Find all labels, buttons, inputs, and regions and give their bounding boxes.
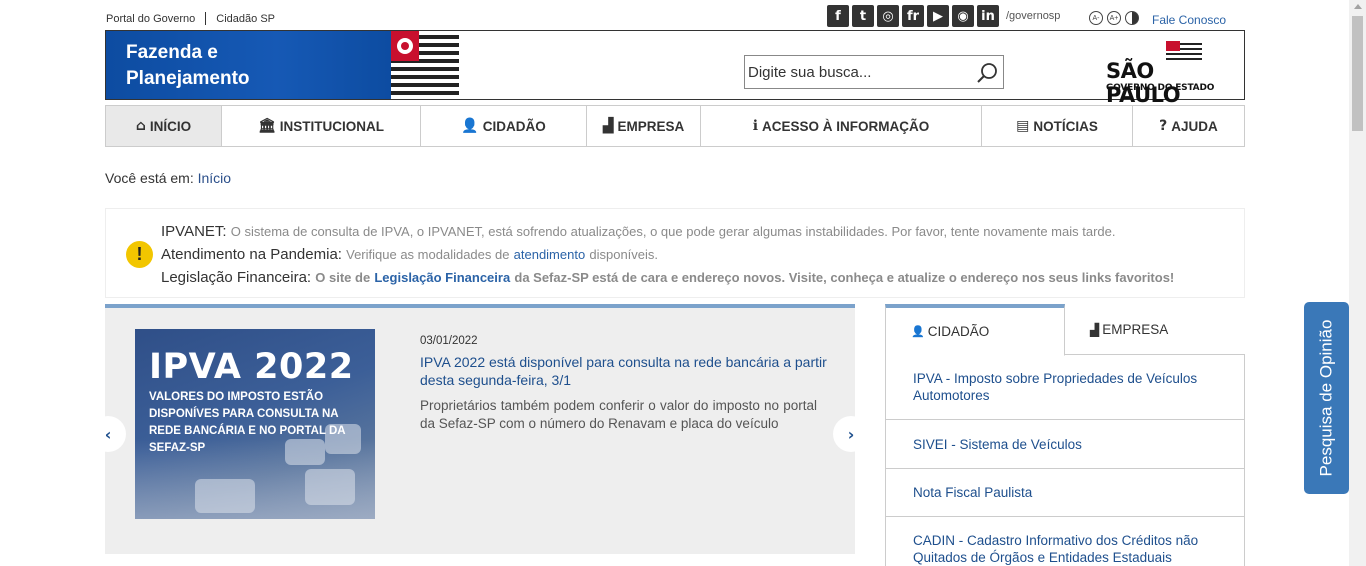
newspaper-icon: ▤ xyxy=(1016,118,1030,134)
nav-label: INÍCIO xyxy=(149,118,192,134)
nav-item-institucional[interactable]: 🏛 INSTITUCIONAL xyxy=(222,106,421,146)
service-link-cadin[interactable]: CADIN - Cadastro Informativo dos Crédito… xyxy=(886,517,1244,566)
nav-label: NOTÍCIAS xyxy=(1033,118,1098,134)
nav-label: CIDADÃO xyxy=(482,118,546,134)
scroll-up-icon[interactable] xyxy=(1354,4,1362,9)
scrollbar[interactable] xyxy=(1349,0,1366,566)
logo-subtitle: GOVERNO DO ESTADO xyxy=(1106,83,1215,93)
nav-item-acesso-informacao[interactable]: ℹ ACESSO À INFORMAÇÃO xyxy=(701,106,982,146)
nav-item-ajuda[interactable]: ? AJUDA xyxy=(1133,106,1244,146)
notice-box: ! IPVANET: O sistema de consulta de IPVA… xyxy=(105,208,1245,298)
services-list: IPVA - Imposto sobre Propriedades de Veí… xyxy=(885,355,1245,566)
nav-item-cidadao[interactable]: 👤 CIDADÃO xyxy=(421,106,587,146)
notice-text: da Sefaz-SP está de cara e endereço novo… xyxy=(514,270,1175,285)
image-title: IPVA 2022 xyxy=(149,347,354,387)
user-icon: 👤 xyxy=(461,118,479,134)
carousel-prev-button[interactable]: ‹ xyxy=(90,416,126,452)
sp-logo-flag-icon xyxy=(1166,41,1202,60)
linkedin-icon[interactable]: in xyxy=(977,5,999,27)
site-header: Fazenda e Planejamento SÃO PAULO GOVERNO… xyxy=(105,30,1245,107)
notice-legislacao: Legislação Financeira: O site de Legisla… xyxy=(161,269,1174,286)
news-date: 03/01/2022 xyxy=(420,335,478,347)
notice-label: Atendimento na Pandemia: xyxy=(161,246,342,263)
news-summary: Proprietários também podem conferir o va… xyxy=(420,398,817,431)
twitter-icon[interactable]: t xyxy=(852,5,874,27)
service-link-nota-fiscal[interactable]: Nota Fiscal Paulista xyxy=(886,469,1244,517)
breadcrumb-prefix: Você está em: xyxy=(105,170,194,186)
info-icon: ℹ xyxy=(752,118,759,134)
scrollbar-thumb[interactable] xyxy=(1352,16,1363,131)
services-tabs: 👤 CIDADÃO ▟ EMPRESA xyxy=(885,304,1245,356)
sp-flag-icon xyxy=(391,31,459,99)
notice-pandemia: Atendimento na Pandemia: Verifique as mo… xyxy=(161,246,658,263)
notice-text: disponíveis. xyxy=(589,247,659,262)
decrease-font-icon[interactable]: A- xyxy=(1089,11,1103,25)
search-icon[interactable] xyxy=(976,62,998,84)
notice-ipvanet: IPVANET: O sistema de consulta de IPVA, … xyxy=(161,223,1116,240)
user-icon: 👤 xyxy=(911,325,925,338)
nav-label: ACESSO À INFORMAÇÃO xyxy=(762,118,930,134)
nav-label: INSTITUCIONAL xyxy=(279,118,385,134)
notice-label: Legislação Financeira: xyxy=(161,269,312,286)
brand-title: Fazenda e Planejamento xyxy=(126,42,250,89)
industry-icon: ▟ xyxy=(1090,322,1100,337)
search-input[interactable] xyxy=(745,56,965,88)
nav-label: AJUDA xyxy=(1171,118,1218,134)
news-image[interactable]: IPVA 2022 VALORES DO IMPOSTO ESTÃO DISPO… xyxy=(135,329,375,519)
pesquisa-opiniao-button[interactable]: Pesquisa de Opinião xyxy=(1304,302,1349,494)
fale-conosco-link[interactable]: Fale Conosco xyxy=(1152,13,1226,27)
notice-text: O sistema de consulta de IPVA, o IPVANET… xyxy=(230,224,1116,239)
increase-font-icon[interactable]: A+ xyxy=(1107,11,1121,25)
breadcrumb: Você está em: Início xyxy=(105,170,231,186)
top-bar: Portal do Governo Cidadão SP f t ◎ fr ▶ … xyxy=(0,0,1366,30)
notice-text: O site de xyxy=(315,270,371,285)
services-panel: 👤 CIDADÃO ▟ EMPRESA IPVA - Imposto sobre… xyxy=(885,304,1245,566)
warning-icon: ! xyxy=(126,241,153,268)
portal-governo-link[interactable]: Portal do Governo xyxy=(106,13,195,25)
facebook-icon[interactable]: f xyxy=(827,5,849,27)
notice-text: Verifique as modalidades de xyxy=(346,247,510,262)
search-box xyxy=(744,55,1004,89)
periscope-icon[interactable]: ◉ xyxy=(952,5,974,27)
cidadao-sp-link[interactable]: Cidadão SP xyxy=(216,13,275,25)
image-text: VALORES DO IMPOSTO ESTÃO DISPONÍVES PARA… xyxy=(149,391,346,454)
carousel-next-button[interactable]: › xyxy=(833,416,869,452)
top-links: Portal do Governo Cidadão SP xyxy=(106,12,275,25)
service-link-ipva[interactable]: IPVA - Imposto sobre Propriedades de Veí… xyxy=(886,355,1244,420)
atendimento-link[interactable]: atendimento xyxy=(514,247,586,262)
feedback-label: Pesquisa de Opinião xyxy=(1316,319,1336,477)
notice-label: IPVANET: xyxy=(161,223,227,240)
accessibility-controls: A- A+ xyxy=(1089,11,1139,25)
breadcrumb-link-inicio[interactable]: Início xyxy=(198,170,231,186)
image-car xyxy=(195,479,255,513)
news-title-link[interactable]: IPVA 2022 está disponível para consulta … xyxy=(420,353,835,389)
nav-label: EMPRESA xyxy=(617,118,685,134)
question-icon: ? xyxy=(1159,118,1168,134)
social-handle: /governosp xyxy=(1006,10,1061,22)
contrast-icon[interactable] xyxy=(1125,11,1139,25)
institution-icon: 🏛 xyxy=(257,118,276,134)
main-nav: ⌂ INÍCIO 🏛 INSTITUCIONAL 👤 CIDADÃO ▟ EMP… xyxy=(105,105,1245,147)
flickr-icon[interactable]: fr xyxy=(902,5,924,27)
sp-government-logo[interactable]: SÃO PAULO GOVERNO DO ESTADO xyxy=(1106,41,1234,107)
image-car xyxy=(305,469,355,505)
divider xyxy=(205,12,207,25)
youtube-icon[interactable]: ▶ xyxy=(927,5,949,27)
tab-cidadao[interactable]: 👤 CIDADÃO xyxy=(885,304,1065,356)
home-icon: ⌂ xyxy=(135,118,146,134)
nav-item-empresa[interactable]: ▟ EMPRESA xyxy=(587,106,701,146)
nav-item-inicio[interactable]: ⌂ INÍCIO xyxy=(106,106,222,146)
service-link-sivei[interactable]: SIVEI - Sistema de Veículos xyxy=(886,420,1244,469)
industry-icon: ▟ xyxy=(602,118,614,134)
legislacao-financeira-link[interactable]: Legislação Financeira xyxy=(374,270,510,285)
nav-item-noticias[interactable]: ▤ NOTÍCIAS xyxy=(982,106,1133,146)
tab-label: EMPRESA xyxy=(1102,322,1169,337)
tab-empresa[interactable]: ▟ EMPRESA xyxy=(1065,304,1245,355)
news-carousel: IPVA 2022 VALORES DO IMPOSTO ESTÃO DISPO… xyxy=(90,304,869,554)
tab-label: CIDADÃO xyxy=(927,324,990,339)
social-links: f t ◎ fr ▶ ◉ in /governosp xyxy=(827,5,1060,27)
brand-banner[interactable]: Fazenda e Planejamento xyxy=(106,31,391,99)
instagram-icon[interactable]: ◎ xyxy=(877,5,899,27)
